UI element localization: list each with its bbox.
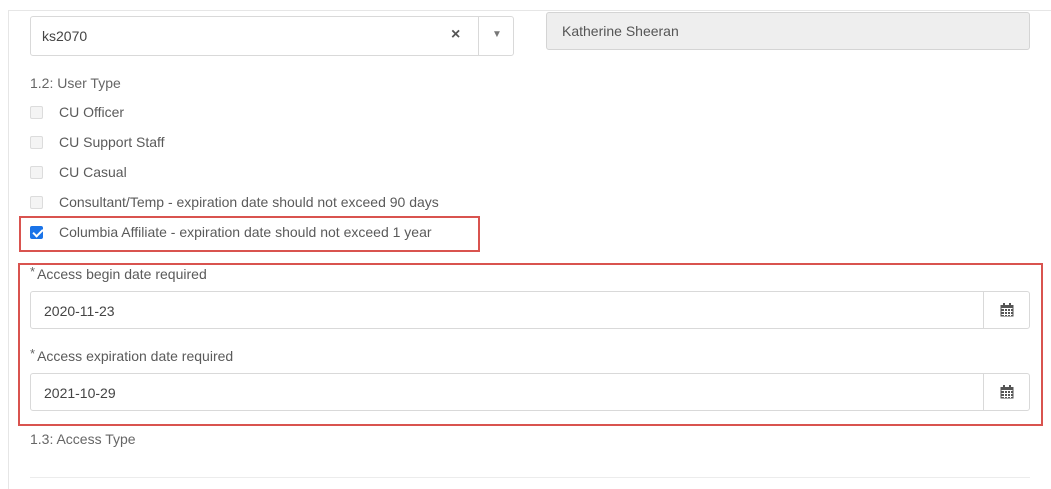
left-divider bbox=[8, 10, 9, 489]
required-marker: * bbox=[30, 346, 36, 361]
bottom-divider bbox=[30, 477, 1030, 478]
clear-icon[interactable]: × bbox=[451, 26, 460, 44]
checkbox-box[interactable] bbox=[30, 105, 43, 119]
access-begin-label-text: Access begin date required bbox=[37, 266, 207, 282]
access-expiration-date-value: 2021-10-29 bbox=[44, 385, 116, 401]
access-begin-date-value: 2020-11-23 bbox=[44, 303, 115, 319]
checkbox-box[interactable] bbox=[30, 195, 43, 209]
calendar-button[interactable] bbox=[983, 292, 1029, 328]
uni-select-value: ks2070 bbox=[42, 28, 88, 44]
checkbox-label: CU Officer bbox=[59, 104, 125, 120]
checkbox-box[interactable] bbox=[30, 165, 43, 179]
access-expiration-label: * Access expiration date required bbox=[30, 346, 234, 364]
calendar-button[interactable] bbox=[983, 374, 1029, 410]
checkbox-box[interactable] bbox=[30, 135, 43, 149]
access-begin-date-input[interactable]: 2020-11-23 bbox=[30, 291, 1030, 329]
calendar-icon bbox=[1000, 385, 1013, 399]
user-name-field: Katherine Sheeran bbox=[546, 12, 1030, 50]
highlight-box-affiliate bbox=[19, 216, 480, 252]
checkbox-cu-support-staff[interactable]: CU Support Staff bbox=[30, 132, 165, 152]
required-marker: * bbox=[30, 264, 36, 279]
calendar-icon bbox=[1000, 303, 1013, 317]
checkbox-consultant-temp[interactable]: Consultant/Temp - expiration date should… bbox=[30, 192, 439, 212]
access-type-heading: 1.3: Access Type bbox=[30, 431, 136, 447]
uni-select[interactable]: ks2070 × ▼ bbox=[30, 16, 514, 56]
select-separator bbox=[478, 17, 479, 55]
checkbox-label: CU Casual bbox=[59, 164, 127, 180]
checkbox-cu-casual[interactable]: CU Casual bbox=[30, 162, 127, 182]
checkbox-cu-officer[interactable]: CU Officer bbox=[30, 102, 124, 122]
checkbox-label: Consultant/Temp - expiration date should… bbox=[59, 194, 439, 210]
access-expiration-label-text: Access expiration date required bbox=[37, 348, 234, 364]
access-begin-label: * Access begin date required bbox=[30, 264, 207, 282]
user-name-value: Katherine Sheeran bbox=[562, 23, 679, 39]
chevron-down-icon[interactable]: ▼ bbox=[492, 29, 502, 40]
user-type-heading: 1.2: User Type bbox=[30, 75, 121, 91]
checkbox-label: CU Support Staff bbox=[59, 134, 165, 150]
top-divider bbox=[8, 10, 1051, 11]
access-expiration-date-input[interactable]: 2021-10-29 bbox=[30, 373, 1030, 411]
